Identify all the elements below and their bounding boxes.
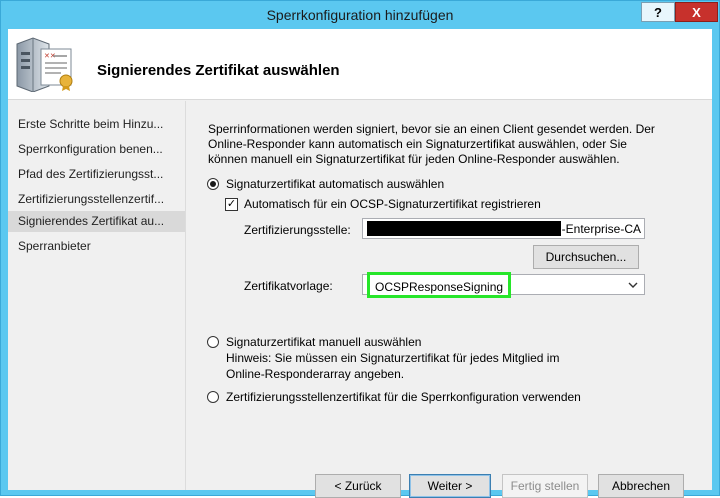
nav-item-getting-started[interactable]: Erste Schritte beim Hinzu... xyxy=(8,114,185,135)
checkbox-auto-enroll[interactable]: ✓ xyxy=(225,198,238,211)
ca-label: Zertifizierungsstelle: xyxy=(244,223,351,237)
nav-item-ca-certificate[interactable]: Zertifizierungsstellenzertif... xyxy=(8,189,185,210)
checkbox-auto-enroll-label[interactable]: Automatisch für ein OCSP-Signaturzertifi… xyxy=(244,197,541,211)
template-dropdown[interactable]: OCSPResponseSigning xyxy=(362,272,645,298)
wizard-window: Sperrkonfiguration hinzufügen ? X ✕✕ Sig… xyxy=(0,0,720,498)
wizard-client-area: ✕✕ Signierendes Zertifikat auswählen Ers… xyxy=(8,29,712,498)
server-certificate-icon: ✕✕ xyxy=(16,37,73,92)
radio-use-ca-cert[interactable] xyxy=(207,391,219,403)
finish-button[interactable]: Fertig stellen xyxy=(502,474,588,498)
help-button[interactable]: ? xyxy=(641,2,675,22)
nav-item-revocation-provider[interactable]: Sperranbieter xyxy=(8,236,185,257)
cancel-button[interactable]: Abbrechen xyxy=(598,474,684,498)
wizard-header: ✕✕ Signierendes Zertifikat auswählen xyxy=(8,29,712,100)
chevron-down-icon xyxy=(628,282,638,288)
radio-manual-select[interactable] xyxy=(207,336,219,348)
title-bar[interactable]: Sperrkonfiguration hinzufügen ? X xyxy=(1,1,719,29)
radio-use-ca-cert-label[interactable]: Zertifizierungsstellenzertifikat für die… xyxy=(226,390,581,404)
ca-name-suffix: -Enterprise-CA xyxy=(561,222,641,236)
manual-hint-line2: Online-Responderarray angeben. xyxy=(226,367,405,381)
nav-item-signing-certificate[interactable]: Signierendes Zertifikat au... xyxy=(8,211,185,232)
nav-item-ca-path[interactable]: Pfad des Zertifizierungsst... xyxy=(8,164,185,185)
intro-text: Sperrinformationen werden signiert, bevo… xyxy=(208,122,655,166)
wizard-navigation: Erste Schritte beim Hinzu... Sperrkonfig… xyxy=(8,101,186,490)
next-button[interactable]: Weiter > xyxy=(409,474,491,498)
radio-auto-select[interactable] xyxy=(207,178,219,190)
template-dropdown-value: OCSPResponseSigning xyxy=(367,272,512,298)
window-title: Sperrkonfiguration hinzufügen xyxy=(266,7,454,23)
redacted-ca-name xyxy=(367,221,561,236)
manual-hint-line1: Hinweis: Sie müssen ein Signaturzertifik… xyxy=(226,351,560,365)
browse-button[interactable]: Durchsuchen... xyxy=(533,245,639,269)
close-button[interactable]: X xyxy=(675,2,718,22)
ca-textbox: -Enterprise-CA xyxy=(362,218,645,239)
radio-auto-select-label[interactable]: Signaturzertifikat automatisch auswählen xyxy=(226,177,444,191)
radio-manual-select-label[interactable]: Signaturzertifikat manuell auswählen xyxy=(226,335,421,349)
back-button[interactable]: < Zurück xyxy=(315,474,401,498)
template-label: Zertifikatvorlage: xyxy=(244,279,333,293)
wizard-content: Sperrinformationen werden signiert, bevo… xyxy=(187,101,712,498)
page-title: Signierendes Zertifikat auswählen xyxy=(97,62,340,79)
nav-item-name-configuration[interactable]: Sperrkonfiguration benen... xyxy=(8,139,185,160)
